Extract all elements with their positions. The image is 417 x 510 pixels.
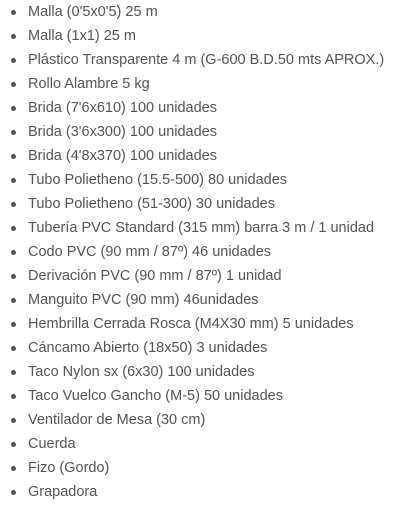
bullet-icon: [11, 154, 16, 159]
list-item-label: Rollo Alambre 5 kg: [28, 76, 150, 92]
list-item-label: Tubo Polietheno (51-300) 30 unidades: [28, 196, 275, 212]
list-item: Plástico Transparente 4 m (G-600 B.D.50 …: [0, 48, 417, 72]
list-item-label: Grapadora: [28, 484, 98, 500]
list-item: Taco Nylon sx (6x30) 100 unidades: [0, 360, 417, 384]
list-item-label: Codo PVC (90 mm / 87º) 46 unidades: [28, 244, 272, 260]
list-item-label: Cuerda: [28, 436, 76, 452]
list-item-label: Brida (7'6x610) 100 unidades: [28, 100, 217, 116]
list-item: Ventilador de Mesa (30 cm): [0, 408, 417, 432]
bullet-icon: [11, 106, 16, 111]
list-item-label: Derivación PVC (90 mm / 87º) 1 unidad: [28, 268, 282, 284]
list-item: Brida (7'6x610) 100 unidades: [0, 96, 417, 120]
list-item-label: Tubería PVC Standard (315 mm) barra 3 m …: [28, 220, 375, 236]
bullet-icon: [11, 442, 16, 447]
bullet-icon: [11, 202, 16, 207]
bullet-icon: [11, 370, 16, 375]
list-item: Hembrilla Cerrada Rosca (M4X30 mm) 5 uni…: [0, 312, 417, 336]
list-item-label: Cáncamo Abierto (18x50) 3 unidades: [28, 340, 268, 356]
list-item-label: Tubo Polietheno (15.5-500) 80 unidades: [28, 172, 288, 188]
bullet-icon: [11, 322, 16, 327]
list-item-label: Malla (0'5x0'5) 25 m: [28, 4, 158, 20]
list-item: Manguito PVC (90 mm) 46unidades: [0, 288, 417, 312]
list-item: Tubería PVC Standard (315 mm) barra 3 m …: [0, 216, 417, 240]
bullet-icon: [11, 130, 16, 135]
list-item: Tubo Polietheno (51-300) 30 unidades: [0, 192, 417, 216]
list-item: Brida (4'8x370) 100 unidades: [0, 144, 417, 168]
list-item: Fizo (Gordo): [0, 456, 417, 480]
bullet-icon: [11, 418, 16, 423]
list-item: Taco Vuelco Gancho (M-5) 50 unidades: [0, 384, 417, 408]
list-item-label: Brida (3'6x300) 100 unidades: [28, 124, 217, 140]
list-item: Cuerda: [0, 432, 417, 456]
list-item: Malla (0'5x0'5) 25 m: [0, 0, 417, 24]
list-item: Rollo Alambre 5 kg: [0, 72, 417, 96]
list-item: Codo PVC (90 mm / 87º) 46 unidades: [0, 240, 417, 264]
list-item-label: Taco Vuelco Gancho (M-5) 50 unidades: [28, 388, 283, 404]
bullet-icon: [11, 298, 16, 303]
bullet-icon: [11, 466, 16, 471]
bullet-icon: [11, 346, 16, 351]
list-item: Malla (1x1) 25 m: [0, 24, 417, 48]
list-item: Brida (3'6x300) 100 unidades: [0, 120, 417, 144]
list-item-label: Taco Nylon sx (6x30) 100 unidades: [28, 364, 255, 380]
bullet-icon: [11, 34, 16, 39]
list-item: Tubo Polietheno (15.5-500) 80 unidades: [0, 168, 417, 192]
bullet-icon: [11, 274, 16, 279]
list-item: Grapadora: [0, 480, 417, 504]
list-item-label: Brida (4'8x370) 100 unidades: [28, 148, 217, 164]
list-item-label: Fizo (Gordo): [28, 460, 110, 476]
bullet-icon: [11, 226, 16, 231]
bullet-icon: [11, 250, 16, 255]
bullet-icon: [11, 10, 16, 15]
list-item: Derivación PVC (90 mm / 87º) 1 unidad: [0, 264, 417, 288]
bullet-icon: [11, 178, 16, 183]
list-item-label: Hembrilla Cerrada Rosca (M4X30 mm) 5 uni…: [28, 316, 354, 332]
list-item: Cáncamo Abierto (18x50) 3 unidades: [0, 336, 417, 360]
list-item-label: Ventilador de Mesa (30 cm): [28, 412, 206, 428]
bullet-icon: [11, 490, 16, 495]
list-item-label: Plástico Transparente 4 m (G-600 B.D.50 …: [28, 52, 385, 68]
list-item-label: Malla (1x1) 25 m: [28, 28, 136, 44]
bullet-icon: [11, 394, 16, 399]
list-item-label: Manguito PVC (90 mm) 46unidades: [28, 292, 259, 308]
materials-list: Malla (0'5x0'5) 25 m Malla (1x1) 25 m Pl…: [0, 0, 417, 504]
bullet-icon: [11, 58, 16, 63]
bullet-icon: [11, 82, 16, 87]
